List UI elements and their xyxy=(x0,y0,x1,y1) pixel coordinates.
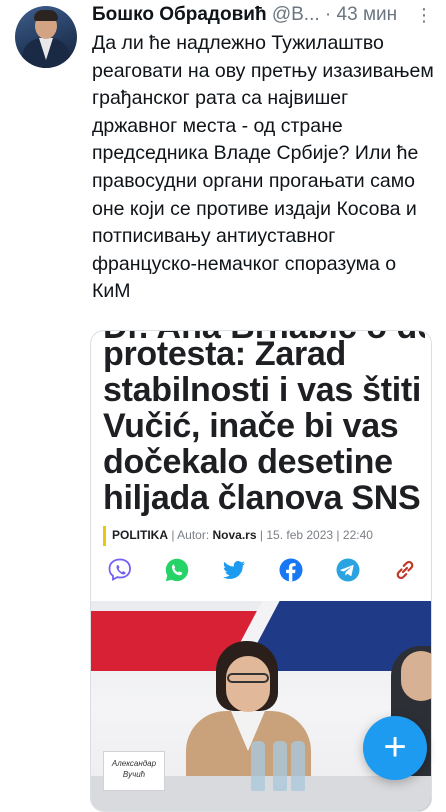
author-name[interactable]: Бошко Обрадовић xyxy=(92,4,267,25)
photo-person-glasses xyxy=(227,673,269,683)
separator-dot: · xyxy=(324,4,332,25)
tweet-text: Да ли ће надлежно Тужилаштво реаговати н… xyxy=(92,32,440,303)
category-accent-bar xyxy=(103,525,106,546)
meta-divider: | xyxy=(171,528,175,542)
article-headline[interactable]: protesta: Zarad stabilnosti i vas štiti … xyxy=(103,336,425,516)
link-icon[interactable] xyxy=(392,557,418,583)
photo-nameplate: Александар Вучић xyxy=(103,751,165,791)
viber-icon[interactable] xyxy=(107,557,133,583)
photo-bottle xyxy=(251,741,265,791)
photo-bottle xyxy=(273,741,287,791)
article-time: 22:40 xyxy=(342,528,373,542)
article-date: 15. feb 2023 xyxy=(266,528,334,542)
photo-bottle xyxy=(291,741,305,791)
article-meta: POLITIKA | Autor: Nova.rs | 15. feb 2023… xyxy=(103,524,373,546)
more-vertical-icon[interactable]: ⋮ xyxy=(415,2,434,28)
twitter-icon[interactable] xyxy=(221,557,247,583)
whatsapp-icon[interactable] xyxy=(164,557,190,583)
author-label: Autor: xyxy=(177,528,210,542)
article-category[interactable]: POLITIKA xyxy=(112,528,168,542)
photo-second-person-head xyxy=(401,651,431,701)
tweet-header: Бошко Обрадовић @B... · 43 мин ⋮ xyxy=(92,2,434,28)
photo-person-face xyxy=(226,656,270,712)
avatar-hair xyxy=(34,10,58,21)
share-row xyxy=(91,557,431,587)
facebook-icon[interactable] xyxy=(278,557,304,583)
article-source[interactable]: Nova.rs xyxy=(213,528,257,542)
meta-divider: | xyxy=(259,528,263,542)
article-photo[interactable]: Александар Вучић xyxy=(91,601,431,811)
compose-tweet-button[interactable]: + xyxy=(363,716,427,780)
tweet-timestamp[interactable]: 43 мин xyxy=(337,4,398,25)
author-avatar[interactable] xyxy=(15,6,77,68)
telegram-icon[interactable] xyxy=(335,557,361,583)
meta-divider: | xyxy=(336,528,340,542)
author-handle[interactable]: @B... xyxy=(272,4,320,25)
